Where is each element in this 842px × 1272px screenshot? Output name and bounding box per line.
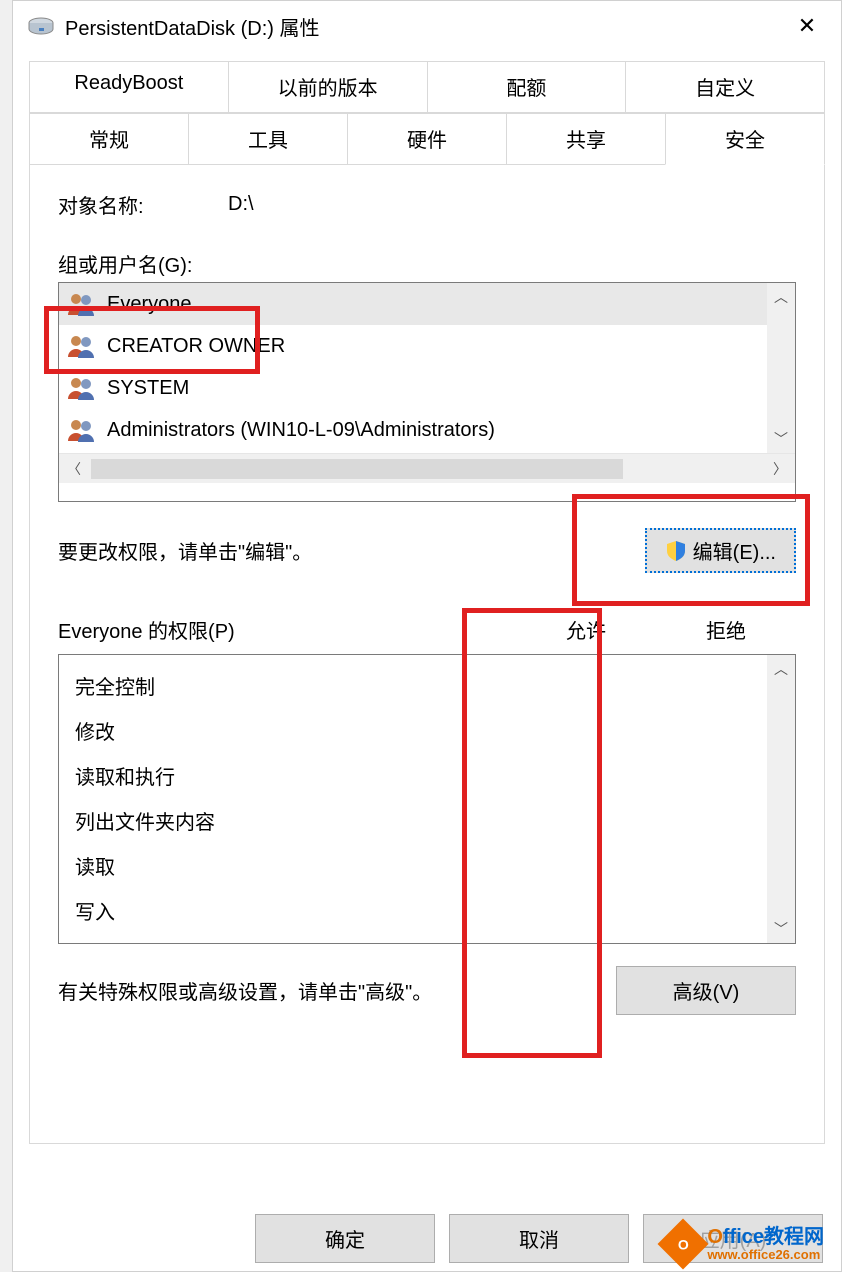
tab-security[interactable]: 安全 <box>665 113 825 165</box>
tab-sharing[interactable]: 共享 <box>506 113 666 165</box>
watermark-title: Office教程网 <box>707 1226 824 1248</box>
tab-hardware[interactable]: 硬件 <box>347 113 507 165</box>
drive-icon <box>27 17 55 35</box>
permissions-scrollbar[interactable]: ︿ ﹀ <box>767 655 795 943</box>
scroll-down-icon[interactable]: ﹀ <box>767 425 795 453</box>
advanced-hint: 有关特殊权限或高级设置，请单击"高级"。 <box>58 976 432 1005</box>
scroll-up-icon[interactable]: ︿ <box>767 283 795 311</box>
group-icon <box>67 375 95 401</box>
close-button[interactable]: ✕ <box>787 6 827 46</box>
advanced-button[interactable]: 高级(V) <box>616 966 796 1015</box>
allow-column-header: 允许 <box>516 615 656 644</box>
tab-previous-versions[interactable]: 以前的版本 <box>228 61 428 113</box>
group-icon <box>67 333 95 359</box>
user-item-creator-owner[interactable]: CREATOR OWNER <box>59 325 795 367</box>
users-list[interactable]: Everyone CREATOR OWNER SYSTEM Administra… <box>58 282 796 502</box>
edit-button[interactable]: 编辑(E)... <box>645 528 796 573</box>
edit-hint: 要更改权限，请单击"编辑"。 <box>58 536 312 565</box>
user-item-administrators[interactable]: Administrators (WIN10-L-09\Administrator… <box>59 409 795 451</box>
window-title: PersistentDataDisk (D:) 属性 <box>65 12 787 41</box>
perm-list-folder: 列出文件夹内容 <box>73 798 781 843</box>
permissions-label: Everyone 的权限(P) <box>58 615 516 644</box>
scroll-left-icon[interactable]: 〈 <box>59 454 89 484</box>
group-icon <box>67 417 95 443</box>
security-tab-content: 对象名称: D:\ 组或用户名(G): Everyone CREATOR OWN… <box>29 164 825 1144</box>
perm-modify: 修改 <box>73 708 781 753</box>
shield-icon <box>665 540 687 562</box>
user-label: CREATOR OWNER <box>107 335 285 358</box>
perm-read-execute: 读取和执行 <box>73 753 781 798</box>
permissions-list: 完全控制 修改 读取和执行 列出文件夹内容 读取 写入 ︿ ﹀ <box>58 654 796 944</box>
object-name-value: D:\ <box>228 193 254 216</box>
tabs-container: ReadyBoost 以前的版本 配额 自定义 常规 工具 硬件 共享 安全 对… <box>29 61 825 1144</box>
user-label: SYSTEM <box>107 377 189 400</box>
edit-button-label: 编辑(E)... <box>693 536 776 565</box>
deny-column-header: 拒绝 <box>656 615 796 644</box>
group-icon <box>67 291 95 317</box>
tab-general[interactable]: 常规 <box>29 113 189 165</box>
tab-custom[interactable]: 自定义 <box>625 61 825 113</box>
scroll-up-icon[interactable]: ︿ <box>767 655 795 683</box>
scroll-down-icon[interactable]: ﹀ <box>767 915 795 943</box>
scroll-right-icon[interactable]: 〉 <box>765 454 795 484</box>
user-item-system[interactable]: SYSTEM <box>59 367 795 409</box>
user-label: Administrators (WIN10-L-09\Administrator… <box>107 419 495 442</box>
users-vertical-scrollbar[interactable]: ︿ ﹀ <box>767 283 795 453</box>
tab-tools[interactable]: 工具 <box>188 113 348 165</box>
object-name-label: 对象名称: <box>58 190 228 219</box>
groups-label: 组或用户名(G): <box>58 249 796 278</box>
properties-dialog: PersistentDataDisk (D:) 属性 ✕ ReadyBoost … <box>12 0 842 1272</box>
watermark-badge-icon: O <box>658 1218 709 1269</box>
perm-read: 读取 <box>73 843 781 888</box>
ok-button[interactable]: 确定 <box>255 1214 435 1263</box>
watermark-url: www.office26.com <box>707 1248 824 1262</box>
watermark: O Office教程网 www.office26.com <box>665 1226 824 1262</box>
titlebar: PersistentDataDisk (D:) 属性 ✕ <box>13 1 841 51</box>
perm-write: 写入 <box>73 888 781 933</box>
cancel-button[interactable]: 取消 <box>449 1214 629 1263</box>
tab-readyboost[interactable]: ReadyBoost <box>29 61 229 113</box>
perm-full-control: 完全控制 <box>73 663 781 708</box>
tab-quota[interactable]: 配额 <box>427 61 627 113</box>
user-item-everyone[interactable]: Everyone <box>59 283 795 325</box>
users-horizontal-scrollbar[interactable]: 〈 〉 <box>59 453 795 483</box>
user-label: Everyone <box>107 293 192 316</box>
